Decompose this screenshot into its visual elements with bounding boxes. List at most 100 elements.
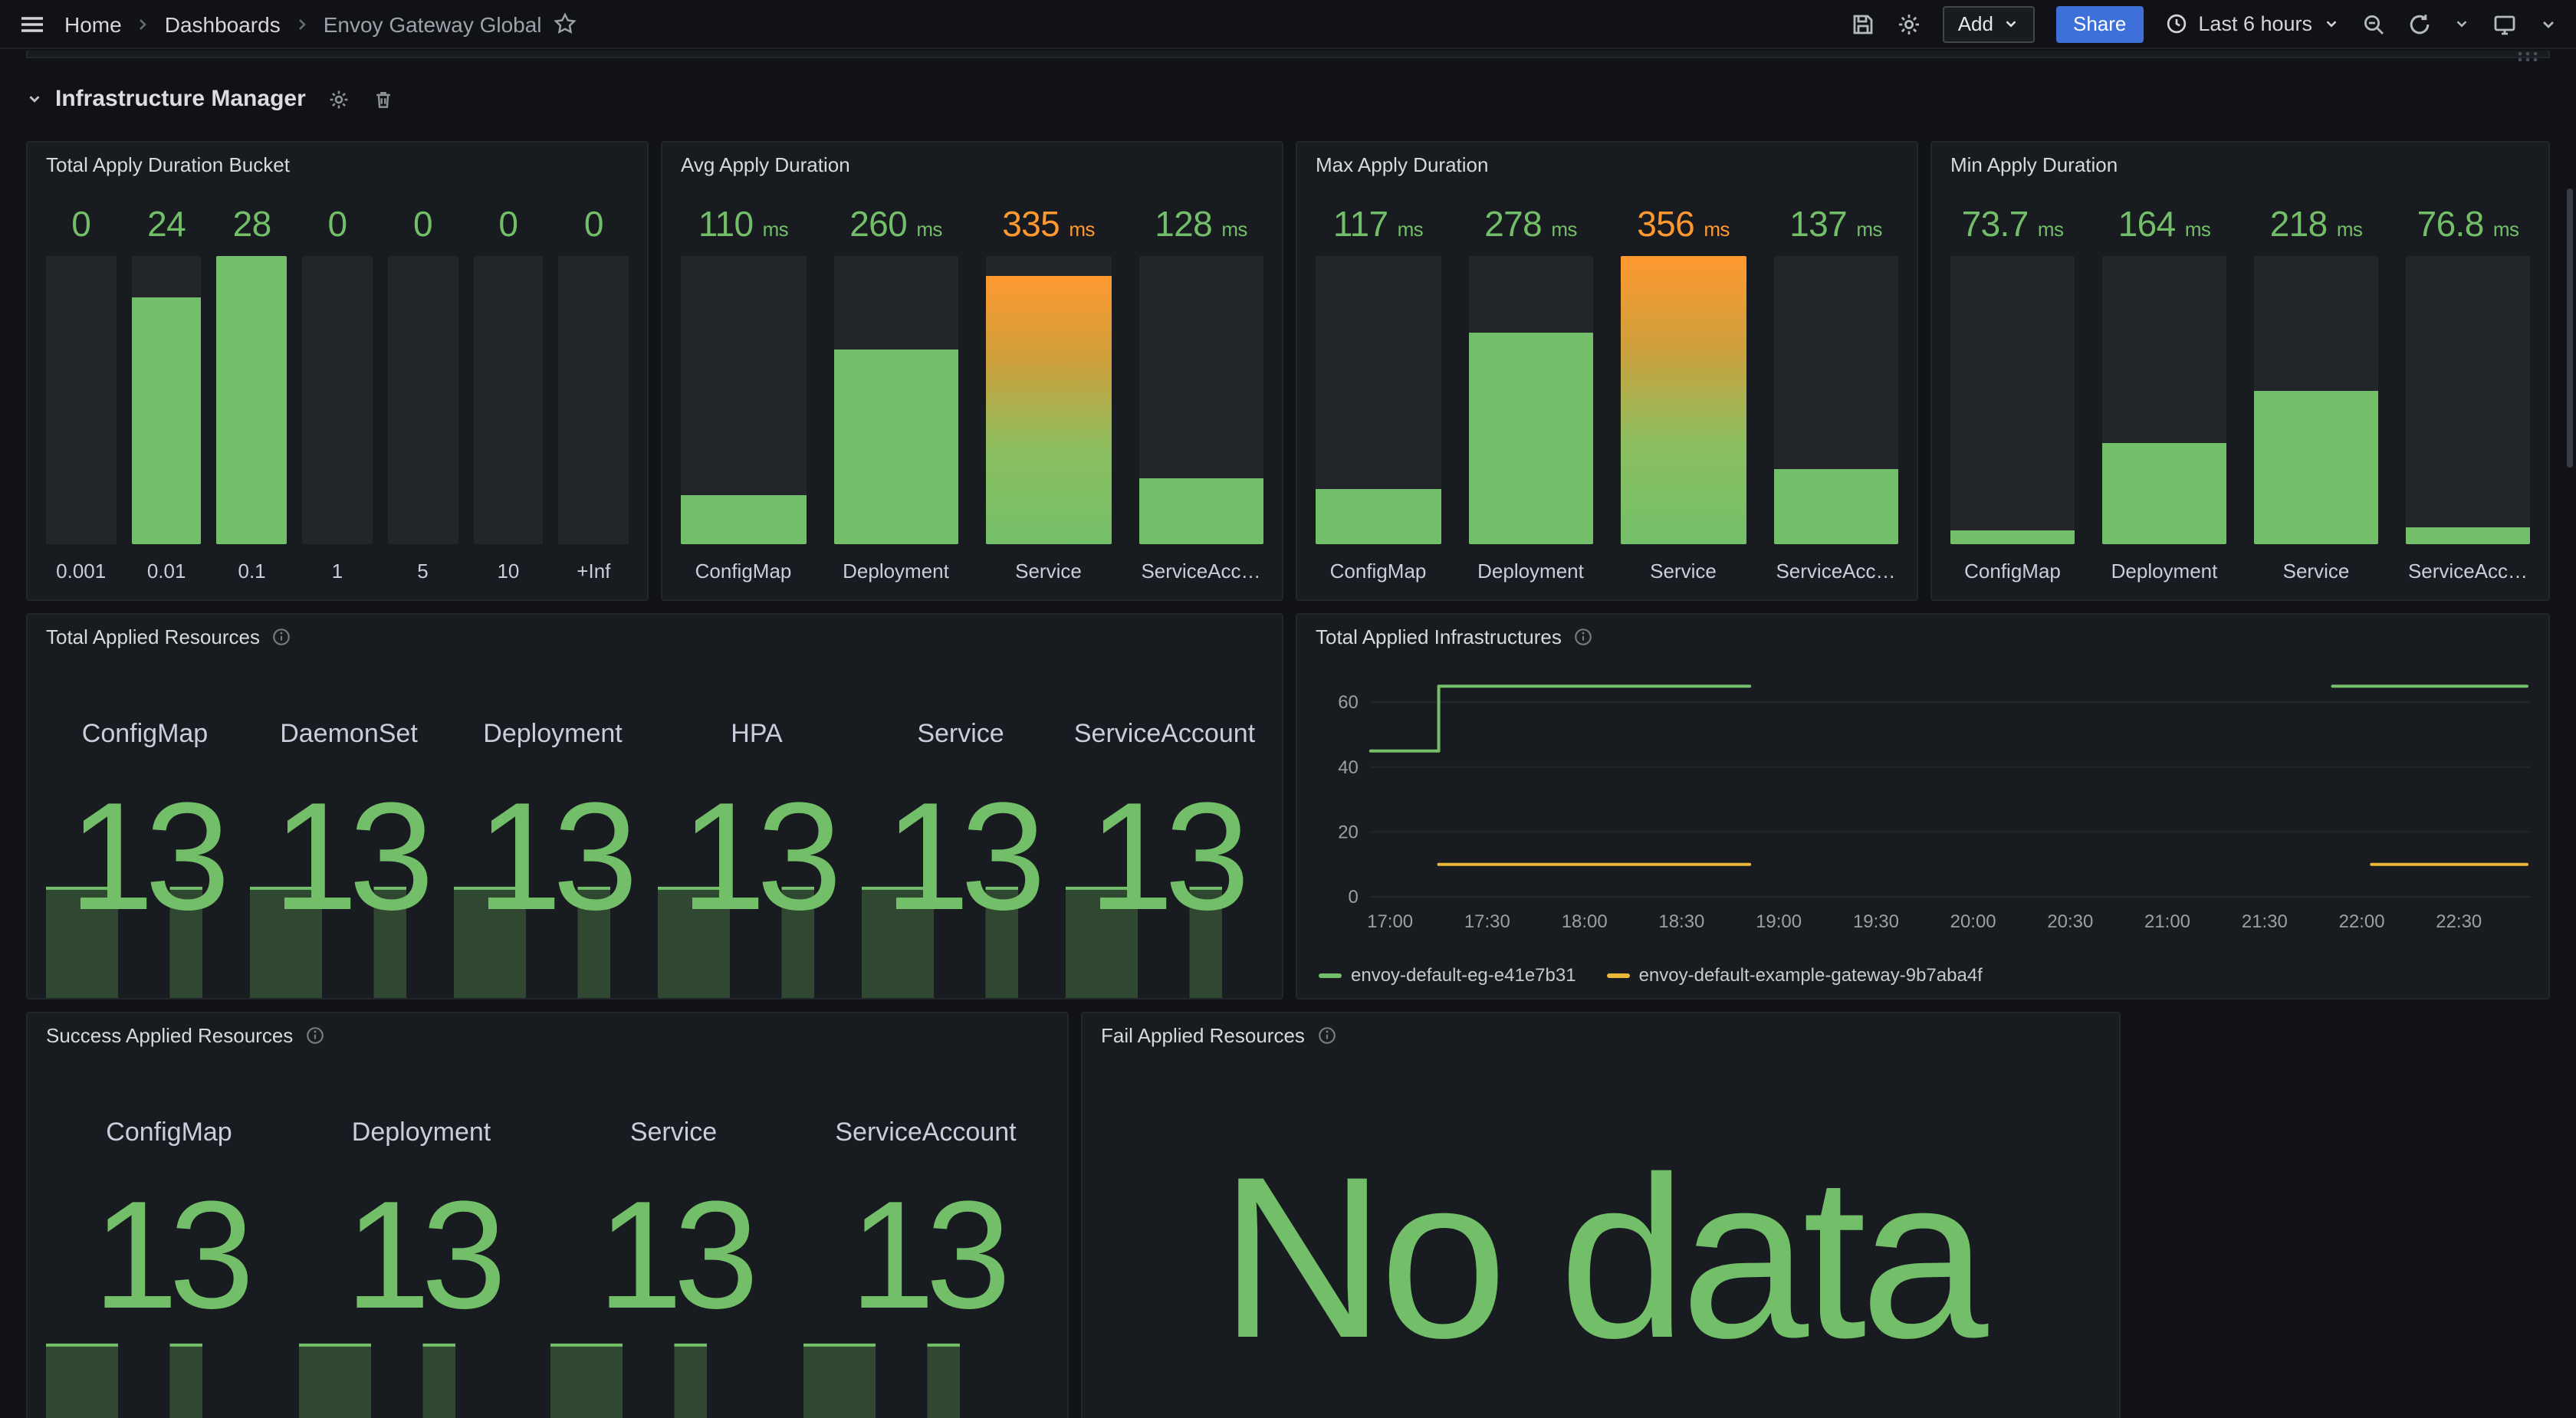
chevron-down-icon	[2003, 15, 2019, 32]
gauge-bar-Service: 335 msService	[986, 204, 1111, 587]
gauge-track	[1138, 256, 1263, 544]
dashboard-row-header: Infrastructure Manager	[26, 86, 395, 112]
gauge-value: 0	[559, 204, 629, 253]
gauge-track	[2406, 256, 2530, 544]
row-collapse-button[interactable]: Infrastructure Manager	[26, 86, 306, 112]
panel-title[interactable]: Min Apply Duration	[1950, 153, 2118, 176]
stat-Deployment: Deployment13	[295, 1118, 547, 1418]
gauge-fill	[1468, 332, 1593, 544]
refresh-icon[interactable]	[2407, 11, 2432, 36]
gauge-bar-Deployment: 164 msDeployment	[2102, 204, 2226, 587]
gauge-track	[986, 256, 1111, 544]
gauge-fill	[2406, 528, 2530, 544]
panel-title[interactable]: Fail Applied Resources	[1101, 1024, 1305, 1047]
stat-value: 13	[800, 1179, 1052, 1332]
gauge-bar-Deployment: 260 msDeployment	[833, 204, 958, 587]
gauge-label: Deployment	[2102, 560, 2226, 587]
row-settings-gear-icon[interactable]	[329, 88, 350, 110]
gauge-value: 0	[302, 204, 372, 253]
gauge-unit: ms	[2493, 218, 2518, 241]
gauge-label: Service	[2254, 560, 2378, 587]
gauge-bar-Deployment: 278 msDeployment	[1468, 204, 1593, 587]
panel-title[interactable]: Max Apply Duration	[1316, 153, 1488, 176]
gauge-unit: ms	[1069, 218, 1094, 241]
stat-title: ConfigMap	[43, 719, 247, 750]
gauge-label: +Inf	[559, 560, 629, 587]
legend-item[interactable]: envoy-default-eg-e41e7b31	[1319, 964, 1576, 986]
panel-title[interactable]: Total Applied Resources	[46, 625, 260, 648]
svg-text:18:00: 18:00	[1562, 911, 1608, 932]
gauge-unit: ms	[1704, 218, 1729, 241]
scrollbar-thumb[interactable]	[2567, 189, 2573, 468]
gauge-fill	[1138, 478, 1263, 544]
time-range-picker[interactable]: Last 6 hours	[2164, 12, 2340, 35]
add-button[interactable]: Add	[1943, 5, 2035, 42]
stat-value: 13	[859, 780, 1063, 934]
gauge-fill	[2254, 390, 2378, 544]
gauge-unit: ms	[1551, 218, 1576, 241]
gauge-label: 1	[302, 560, 372, 587]
breadcrumb-home[interactable]: Home	[64, 11, 122, 36]
gauge-fill	[1621, 256, 1746, 544]
breadcrumb-current: Envoy Gateway Global	[324, 11, 542, 36]
navbar-actions: Add Share Last 6 hours	[1851, 5, 2558, 42]
info-icon[interactable]	[1574, 627, 1594, 647]
stat-group: ConfigMap13DaemonSet13Deployment13HPA13S…	[43, 719, 1267, 998]
gauge-value: 24	[131, 204, 201, 253]
row-title: Infrastructure Manager	[55, 86, 306, 112]
row-delete-trash-icon[interactable]	[373, 88, 395, 110]
stat-title: HPA	[655, 719, 859, 750]
svg-text:20:00: 20:00	[1950, 911, 1996, 932]
star-icon[interactable]	[554, 12, 577, 35]
kiosk-monitor-icon[interactable]	[2492, 11, 2518, 36]
panel-min-apply-duration: Min Apply Duration 73.7 msConfigMap164 m…	[1930, 141, 2550, 601]
panel-success-applied-resources: Success Applied Resources ConfigMap13Dep…	[26, 1012, 1069, 1418]
panel-title[interactable]: Avg Apply Duration	[681, 153, 850, 176]
gauge-track	[217, 256, 287, 544]
gauge-value: 76.8 ms	[2406, 204, 2530, 253]
gauge-label: 10	[473, 560, 543, 587]
gauge-track	[1621, 256, 1746, 544]
stat-ServiceAccount: ServiceAccount13	[1063, 719, 1267, 998]
svg-text:22:30: 22:30	[2436, 911, 2482, 932]
gauge-label: ConfigMap	[681, 560, 806, 587]
stat-value: 13	[655, 780, 859, 934]
svg-text:17:30: 17:30	[1464, 911, 1510, 932]
panel-max-apply-duration: Max Apply Duration 117 msConfigMap278 ms…	[1296, 141, 1918, 601]
stat-title: DaemonSet	[247, 719, 451, 750]
panel-title[interactable]: Total Apply Duration Bucket	[46, 153, 290, 176]
gauge-bar-Service: 218 ms Service	[2254, 204, 2378, 587]
gauge-bar-1: 01	[302, 204, 372, 587]
gauge-label: ConfigMap	[1316, 560, 1441, 587]
info-icon[interactable]	[305, 1026, 325, 1045]
save-dashboard-icon[interactable]	[1851, 11, 1875, 36]
info-icon[interactable]	[1317, 1026, 1337, 1045]
stat-ConfigMap: ConfigMap13	[43, 719, 247, 998]
gauge-fill	[1950, 531, 2075, 544]
menu-toggle-button[interactable]	[18, 11, 46, 36]
breadcrumb-dashboards[interactable]: Dashboards	[165, 11, 281, 36]
gauge-track	[1316, 256, 1441, 544]
gauge-track	[1950, 256, 2075, 544]
info-icon[interactable]	[272, 627, 292, 647]
grafana-dashboard: Home Dashboards Envoy Gateway Global Add…	[0, 0, 2576, 1418]
stat-Service: Service13	[859, 719, 1063, 998]
gauge-unit: ms	[916, 218, 941, 241]
panel-title[interactable]: Success Applied Resources	[46, 1024, 293, 1047]
svg-text:40: 40	[1338, 757, 1359, 778]
refresh-interval-dropdown[interactable]	[2453, 15, 2470, 32]
gauge-unit: ms	[1398, 218, 1423, 241]
collapse-navbar-chevron-icon[interactable]	[2539, 15, 2558, 33]
panel-title[interactable]: Total Applied Infrastructures	[1316, 625, 1562, 648]
legend-item[interactable]: envoy-default-example-gateway-9b7aba4f	[1607, 964, 1983, 986]
gauge-track	[2102, 256, 2226, 544]
zoom-out-icon[interactable]	[2361, 11, 2386, 36]
share-button[interactable]: Share	[2056, 5, 2143, 42]
gauge-value: 218 ms	[2254, 204, 2378, 253]
panel-drag-grip-icon[interactable]	[2516, 51, 2539, 63]
dashboard-settings-gear-icon[interactable]	[1897, 11, 1921, 36]
gauge-track	[131, 256, 201, 544]
gauge-bar-ServiceAcc…: 137 msServiceAcc…	[1773, 204, 1898, 587]
gauge-label: 0.01	[131, 560, 201, 587]
gauge-fill	[1773, 469, 1898, 544]
